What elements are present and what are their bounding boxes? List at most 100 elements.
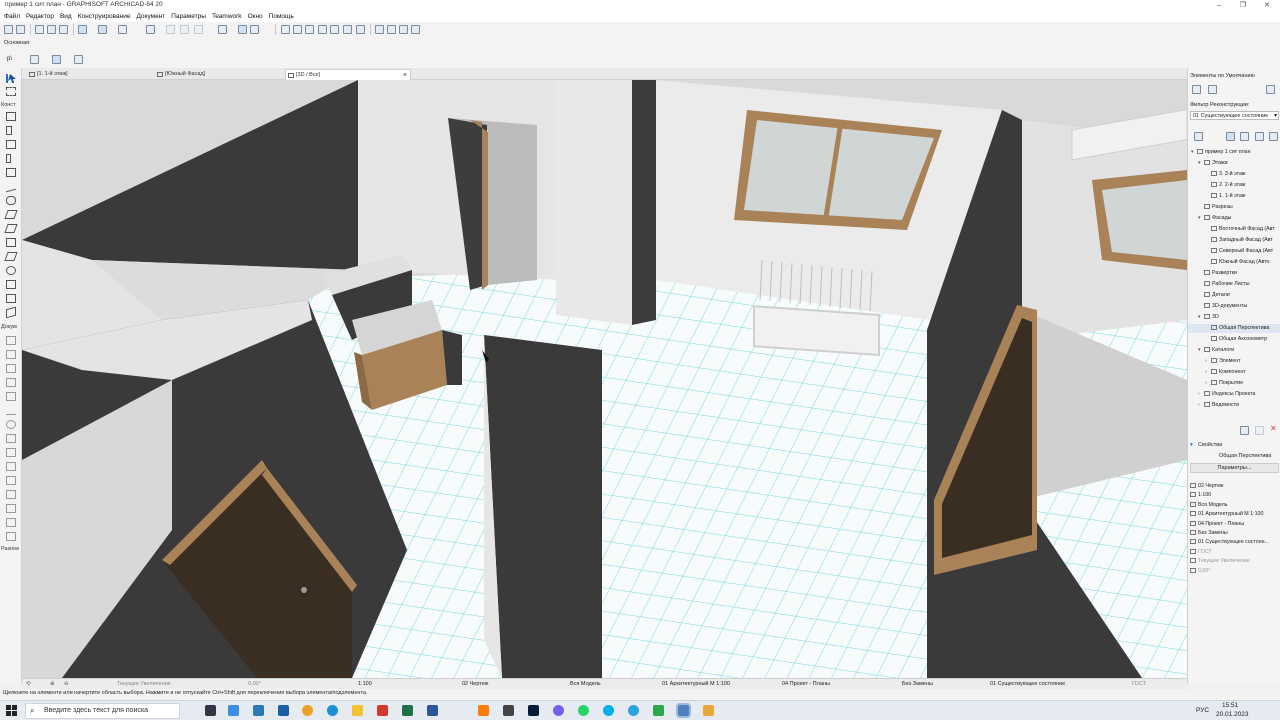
tab-3d-all[interactable]: [3D / Все] × — [285, 69, 411, 80]
project-map-item[interactable]: Разрезы — [1188, 203, 1280, 212]
marquee-icon[interactable] — [250, 25, 259, 34]
taskbar-search-box[interactable]: ⌕ Введите здесь текст для поиска — [25, 703, 180, 719]
viber-icon[interactable] — [553, 705, 564, 716]
railing-tool-icon[interactable] — [6, 306, 16, 319]
arc-tool-icon[interactable] — [6, 420, 16, 429]
app-icon[interactable] — [703, 705, 714, 716]
project-map-item[interactable]: Общая Аксонометр — [1188, 335, 1280, 344]
scale-value[interactable]: 1:100 — [358, 680, 372, 689]
property-row[interactable]: ГОСТ — [1188, 548, 1280, 557]
property-row[interactable]: 01 Существующее состоян... — [1188, 538, 1280, 547]
delete-icon[interactable]: ✕ — [1270, 424, 1277, 433]
clone-icon[interactable] — [1255, 426, 1264, 435]
navigator-options-icon[interactable] — [1194, 132, 1203, 141]
excel-icon[interactable] — [402, 705, 413, 716]
minimize-button[interactable]: – — [1208, 0, 1230, 11]
project-map-item[interactable]: Северный Фасад (Авт — [1188, 247, 1280, 256]
menu-design[interactable]: Конструирование — [78, 11, 131, 22]
polyline-tool-icon[interactable] — [6, 434, 16, 443]
project-map-item[interactable]: Рабочие Листы — [1188, 280, 1280, 289]
menu-teamwork[interactable]: Teamwork — [212, 11, 242, 22]
roof-tool-icon[interactable] — [6, 196, 16, 205]
3d-viewport[interactable] — [22, 80, 1187, 678]
gravity-icon[interactable] — [118, 25, 127, 34]
line-tool-icon[interactable] — [6, 406, 16, 415]
view-settings-icon[interactable] — [1266, 85, 1275, 94]
guide-lines-icon[interactable] — [98, 25, 107, 34]
property-row[interactable]: 04 Проект - Планы — [1188, 520, 1280, 529]
grid-snap-icon[interactable] — [146, 25, 155, 34]
word-icon[interactable] — [427, 705, 438, 716]
project-map-item[interactable]: 3. 3-й этаж — [1188, 170, 1280, 179]
project-map-item[interactable]: › Компонент — [1188, 368, 1280, 377]
detail-icon[interactable] — [330, 25, 339, 34]
project-map-item[interactable]: ▾ Фасады — [1188, 214, 1280, 223]
3d-style-icon[interactable] — [411, 25, 420, 34]
edge-icon[interactable] — [327, 705, 338, 716]
archicad-icon[interactable] — [676, 703, 691, 718]
view-map-icon[interactable] — [1240, 132, 1249, 141]
model-filter[interactable]: Вся Модель — [570, 680, 601, 689]
dimension-tool-icon[interactable] — [6, 336, 16, 345]
property-row[interactable]: 1:100 — [1188, 491, 1280, 500]
model-view-options[interactable]: 04 Проект - Планы — [782, 680, 830, 689]
print-icon[interactable] — [1208, 85, 1217, 94]
orientation-value[interactable]: 0,00° — [248, 680, 261, 689]
trace-icon[interactable] — [218, 25, 227, 34]
slab-tool-icon[interactable] — [4, 224, 18, 233]
windows-start-icon[interactable] — [6, 705, 17, 718]
undo-zoom-icon[interactable]: ⟲ — [26, 680, 31, 689]
label-tool-icon[interactable] — [6, 378, 16, 387]
project-map-item[interactable]: 1. 1-й этаж — [1188, 192, 1280, 201]
project-map-item[interactable]: 3D-документы — [1188, 302, 1280, 311]
selection-shape-icon[interactable] — [52, 55, 61, 64]
project-map-item[interactable]: ▾ Этажи — [1188, 159, 1280, 168]
file-explorer-icon[interactable] — [352, 705, 363, 716]
renovation-filter-select[interactable]: 01 Существующее состояние ▾ — [1190, 111, 1279, 120]
snap-guides-icon[interactable] — [78, 25, 87, 34]
select-3d-icon[interactable] — [238, 25, 247, 34]
project-map-icon[interactable] — [1226, 132, 1235, 141]
photoshop-icon[interactable] — [528, 705, 539, 716]
publisher-icon[interactable] — [387, 25, 396, 34]
shell-tool-icon[interactable] — [4, 210, 18, 219]
section-icon[interactable] — [318, 25, 327, 34]
app-icon[interactable] — [253, 705, 264, 716]
render-icon[interactable] — [399, 25, 408, 34]
column-tool-icon[interactable] — [6, 126, 12, 135]
layer-selector[interactable]: p\ — [7, 56, 12, 62]
renovation-filter[interactable]: 01 Существующее состояние — [990, 680, 1065, 689]
layout-book-icon[interactable] — [1255, 132, 1264, 141]
language-indicator[interactable]: РУС — [1196, 707, 1209, 714]
curtain-wall-tool-icon[interactable] — [6, 294, 16, 303]
suspend-groups-icon[interactable] — [180, 25, 189, 34]
pick-up-icon[interactable] — [35, 25, 44, 34]
inject-icon[interactable] — [47, 25, 56, 34]
dimension-standard[interactable]: ГОСТ — [1132, 680, 1146, 689]
pdf-reader-icon[interactable] — [377, 705, 388, 716]
menu-document[interactable]: Документ — [136, 11, 165, 22]
publisher-sets-icon[interactable] — [1269, 132, 1278, 141]
new-view-icon[interactable] — [1240, 426, 1249, 435]
beam-tool-icon[interactable] — [6, 140, 16, 149]
navigate-icon[interactable] — [281, 25, 290, 34]
chrome-icon[interactable] — [302, 705, 313, 716]
fill-tool-icon[interactable] — [6, 392, 16, 401]
wall-tool-icon[interactable] — [6, 112, 16, 121]
project-map-item[interactable]: ▾ 3D — [1188, 313, 1280, 322]
menu-edit[interactable]: Редактор — [26, 11, 54, 22]
drawing-tool-icon[interactable] — [6, 448, 16, 457]
parameters-button[interactable]: Параметры... — [1190, 463, 1279, 473]
arrow-tool-icon[interactable] — [6, 74, 16, 83]
magic-wand-icon[interactable] — [59, 25, 68, 34]
app-icon[interactable] — [503, 705, 514, 716]
menu-window[interactable]: Окно — [248, 11, 263, 22]
clock-date[interactable]: 20.01.2023 — [1216, 711, 1249, 718]
project-map-item[interactable]: › Ведомости — [1188, 401, 1280, 410]
3d-model-scene[interactable] — [22, 80, 1187, 678]
orbit-icon[interactable] — [305, 25, 314, 34]
elevation-icon[interactable] — [356, 25, 365, 34]
property-row[interactable]: 01 Архитектурный М 1:100 — [1188, 510, 1280, 519]
whatsapp-icon[interactable] — [578, 705, 589, 716]
zoom-in-icon[interactable]: ⊕ — [50, 680, 55, 689]
